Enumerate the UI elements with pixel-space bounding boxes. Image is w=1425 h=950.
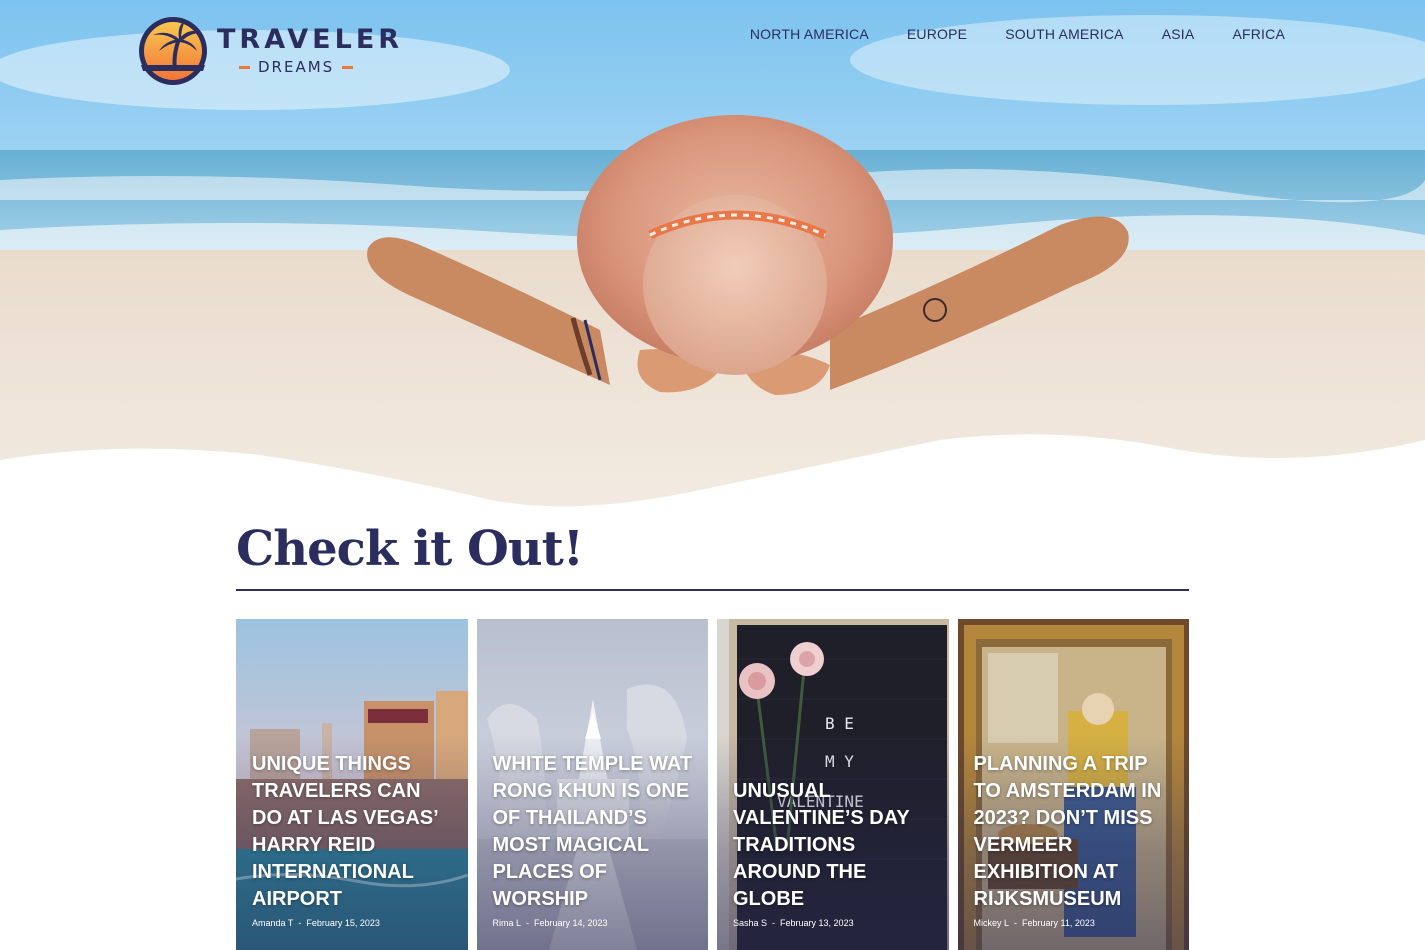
section-title: Check it Out! [236,521,584,577]
card-meta: Rima L - February 14, 2023 [493,918,608,928]
card-author: Amanda T [252,918,294,928]
card-author: Rima L [492,918,522,928]
card-date: February 14, 2023 [534,918,608,928]
card-title[interactable]: Unique Things Travelers Can Do at Las Ve… [252,751,456,913]
brand-tagline: DREAMS [239,58,354,76]
nav-item-asia[interactable]: ASIA [1143,25,1214,43]
card-title[interactable]: White Temple Wat Rong Khun is One of Tha… [493,751,697,913]
card-author: Mickey L [973,918,1010,928]
brand-logo[interactable]: TRAVELER DREAMS [137,15,399,89]
article-cards: Unique Things Travelers Can Do at Las Ve… [236,619,1189,950]
card-date: February 13, 2023 [780,918,854,928]
card-meta: Sasha S - February 13, 2023 [733,918,854,928]
nav-item-africa[interactable]: AFRICA [1213,25,1285,43]
main-nav: NORTH AMERICA EUROPE SOUTH AMERICA ASIA … [731,25,1285,43]
meta-separator: - [1014,918,1018,928]
nav-item-north-america[interactable]: NORTH AMERICA [731,25,888,43]
article-card[interactable]: Planning a Trip to Amsterdam in 2023? Do… [957,619,1189,950]
article-card[interactable]: Unique Things Travelers Can Do at Las Ve… [236,619,468,950]
palm-tree-icon [139,17,207,85]
brand-name: TRAVELER [217,24,404,55]
card-meta: Amanda T - February 15, 2023 [252,918,380,928]
dash-decoration [342,65,354,69]
card-meta: Mickey L - February 11, 2023 [974,918,1095,928]
article-card[interactable]: B E M Y VALENTINE Unusual Valentine’s Da… [717,619,949,950]
card-author: Sasha S [733,918,768,928]
card-title[interactable]: Unusual Valentine’s Day Traditions Aroun… [733,778,937,913]
card-date: February 11, 2023 [1022,918,1095,928]
meta-separator: - [772,918,776,928]
dash-decoration [239,65,250,69]
site-header: TRAVELER DREAMS NORTH AMERICA EUROPE SOU… [0,0,1425,100]
article-card[interactable]: White Temple Wat Rong Khun is One of Tha… [476,619,708,950]
brand-tagline-text: DREAMS [258,58,335,76]
section-divider [236,589,1189,591]
nav-item-europe[interactable]: EUROPE [888,25,986,43]
card-date: February 15, 2023 [306,918,380,928]
nav-item-south-america[interactable]: SOUTH AMERICA [986,25,1143,43]
meta-separator: - [298,918,302,928]
card-title[interactable]: Planning a Trip to Amsterdam in 2023? Do… [974,751,1178,913]
meta-separator: - [526,918,530,928]
